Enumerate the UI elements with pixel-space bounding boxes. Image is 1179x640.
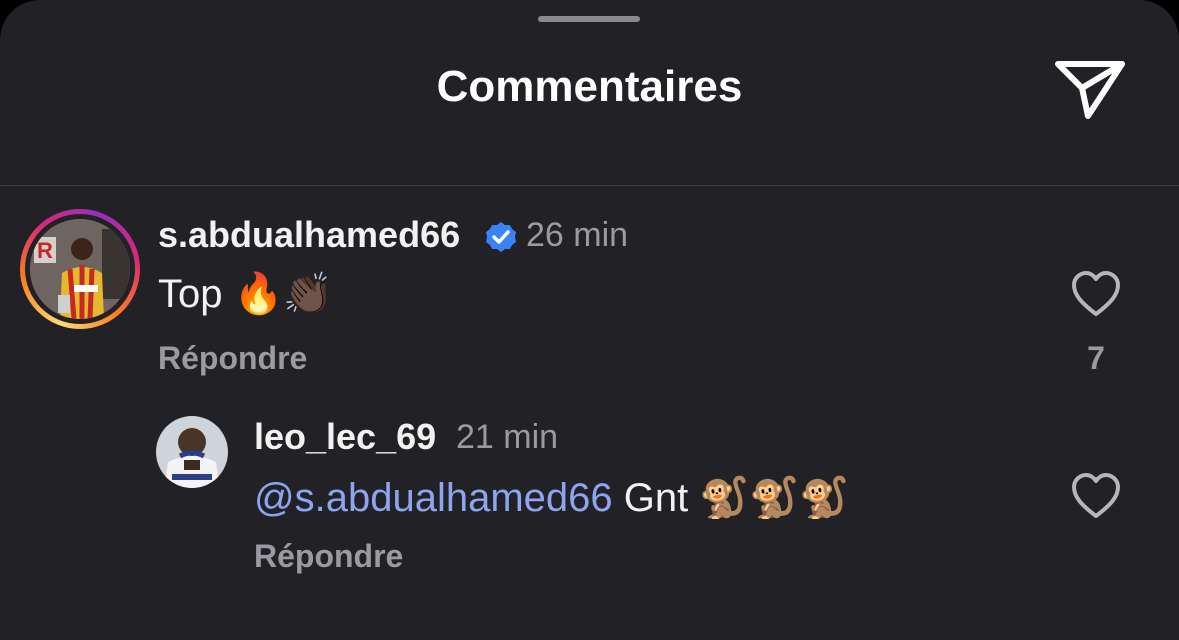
reply-button[interactable]: Répondre: [158, 340, 307, 377]
sheet-grab-handle[interactable]: [538, 16, 640, 22]
heart-icon: [1072, 271, 1120, 316]
reply-text: @s.abdualhamed66 Gnt 🐒🐒🐒: [254, 474, 849, 521]
like-button[interactable]: [1070, 270, 1122, 318]
avatar[interactable]: [156, 416, 228, 488]
heart-icon: [1072, 473, 1120, 518]
reply-username[interactable]: leo_lec_69: [254, 416, 436, 458]
paper-plane-icon: [1055, 61, 1125, 119]
reply-body: Gnt 🐒🐒🐒: [623, 476, 849, 520]
like-count: 7: [1087, 340, 1105, 376]
comment-username[interactable]: s.abdualhamed66: [158, 214, 460, 256]
header-divider: [0, 185, 1179, 186]
svg-text:R: R: [37, 238, 53, 263]
reply-button[interactable]: Répondre: [254, 538, 403, 575]
comment-timestamp: 26 min: [526, 216, 629, 254]
mention-link[interactable]: @s.abdualhamed66: [254, 476, 613, 520]
comment-text: Top 🔥👏🏿: [158, 272, 334, 316]
avatar-story-ring[interactable]: R: [20, 209, 140, 329]
avatar-image: [156, 416, 228, 488]
like-button[interactable]: [1070, 472, 1122, 520]
verified-badge-icon: [486, 222, 516, 252]
comments-sheet: Commentaires R s.abdualhamed66 26 min To…: [0, 0, 1179, 640]
sheet-title: Commentaires: [436, 62, 743, 111]
reply-timestamp: 21 min: [456, 418, 559, 456]
send-button[interactable]: [1052, 56, 1128, 122]
avatar: R: [30, 219, 130, 319]
avatar-image: R: [30, 219, 130, 319]
